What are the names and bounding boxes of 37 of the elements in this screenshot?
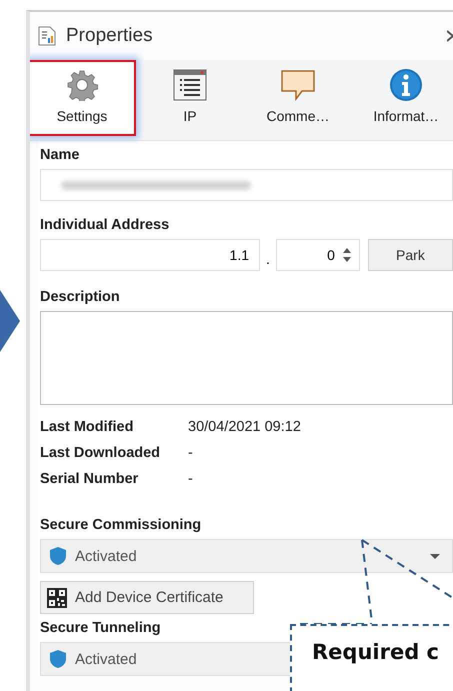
toolbar-tab[interactable]: IP	[136, 60, 244, 136]
field-label: Name	[40, 147, 80, 163]
caret-icon	[430, 554, 440, 558]
name-field[interactable]	[40, 169, 453, 201]
detail-label: Last Downloaded	[40, 445, 162, 461]
number-spinner[interactable]: 0	[276, 239, 360, 271]
info-icon	[389, 68, 423, 102]
park-button[interactable]: Park	[368, 239, 453, 271]
address-field[interactable]: 1.1	[40, 239, 260, 271]
field-label: Description	[40, 289, 120, 305]
spin-arrows-icon	[342, 248, 351, 262]
detail-label: Serial Number	[40, 471, 140, 487]
detail-value: 30/04/2021 09:12	[188, 419, 302, 435]
detail-value: -	[188, 471, 194, 487]
gear-icon	[66, 69, 98, 101]
field-label: Secure Commissioning	[40, 517, 202, 533]
toolbar-tab[interactable]: Settings	[30, 60, 136, 136]
toolbar-tab[interactable]: Informat…	[352, 60, 453, 136]
toolbar-tab[interactable]: Comme…	[244, 60, 352, 136]
arrow-icon	[0, 290, 20, 352]
shield-icon	[49, 546, 67, 566]
properties-icon	[38, 26, 56, 46]
add-certificate-button[interactable]: Add Device Certificate	[40, 581, 254, 614]
description-field[interactable]	[40, 311, 453, 405]
chevron-icon[interactable]	[447, 30, 453, 42]
speech-bubble-icon	[280, 69, 316, 101]
detail-value: -	[188, 445, 194, 461]
separator: .	[266, 251, 270, 269]
callout-tooltip: Required c	[290, 624, 453, 691]
detail-label: Last Modified	[40, 419, 134, 435]
field-label: Individual Address	[40, 217, 170, 233]
list-window-icon	[173, 69, 207, 101]
shield-icon	[49, 649, 67, 669]
dropdown[interactable]: Activated	[40, 539, 453, 573]
field-label: Secure Tunneling	[40, 620, 161, 636]
qr-code-icon	[47, 588, 67, 608]
panel-title: Properties	[66, 25, 153, 47]
